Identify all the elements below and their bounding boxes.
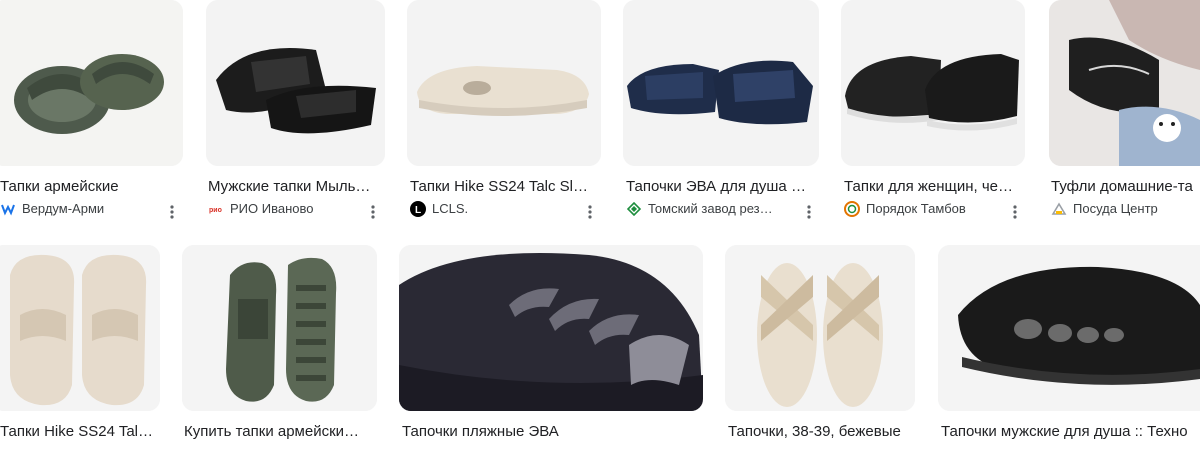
result-thumbnail[interactable] — [938, 245, 1200, 411]
tomsk-favicon-icon — [626, 201, 642, 217]
result-source[interactable]: Порядок Тамбов — [844, 201, 966, 217]
beige-cross-slippers-image — [725, 245, 915, 411]
source-name: Порядок Тамбов — [866, 201, 966, 216]
lcls-favicon-icon: L — [410, 201, 426, 217]
result-source[interactable]: рио РИО Иваново — [208, 201, 313, 217]
result-title[interactable]: Туфли домашние-та — [1051, 178, 1200, 196]
army-slippers-soles-image — [182, 245, 377, 411]
more-options-icon[interactable] — [580, 202, 600, 222]
result-title[interactable]: Тапочки пляжные ЭВА — [402, 423, 702, 441]
black-slippers-image — [206, 0, 385, 166]
result-thumbnail[interactable] — [206, 0, 385, 166]
beige-slide-image — [407, 0, 601, 166]
beige-slides-pair-image — [0, 245, 160, 411]
verdum-favicon-icon — [0, 201, 16, 217]
result-thumbnail[interactable] — [399, 245, 703, 411]
result-title[interactable]: Тапочки, 38-39, бежевые — [728, 423, 916, 441]
source-name: РИО Иваново — [230, 201, 314, 216]
result-thumbnail[interactable] — [841, 0, 1025, 166]
result-title[interactable]: Тапочки мужские для душа :: Техно — [941, 423, 1200, 441]
source-name: Посуда Центр — [1073, 201, 1158, 216]
result-title[interactable]: Тапки Hike SS24 Talc Sl… — [410, 178, 600, 196]
result-title[interactable]: Тапки для женщин, че… — [844, 178, 1024, 196]
result-source[interactable]: Вердум-Арми — [0, 201, 104, 217]
result-thumbnail[interactable] — [0, 245, 160, 411]
source-name: LCLS. — [432, 201, 469, 216]
black-women-slides-image — [841, 0, 1025, 166]
result-source[interactable]: Томский завод рез… — [626, 201, 773, 217]
result-thumbnail[interactable] — [407, 0, 601, 166]
result-thumbnail[interactable] — [182, 245, 377, 411]
more-options-icon[interactable] — [162, 202, 182, 222]
svg-text:L: L — [415, 205, 421, 216]
result-source[interactable]: L LCLS. — [410, 201, 468, 217]
navy-eva-slippers-image — [623, 0, 819, 166]
result-thumbnail[interactable] — [0, 0, 183, 166]
home-slippers-image — [1049, 0, 1200, 166]
result-thumbnail[interactable] — [725, 245, 915, 411]
beach-eva-slipper-image — [399, 245, 703, 411]
result-title[interactable]: Купить тапки армейски… — [184, 423, 376, 441]
source-name: Вердум-Арми — [22, 201, 105, 216]
result-source[interactable]: Посуда Центр — [1051, 201, 1158, 217]
result-title[interactable]: Тапки Hike SS24 Tal… — [0, 423, 160, 441]
result-title[interactable]: Тапочки ЭВА для душа … — [626, 178, 818, 196]
result-title[interactable]: Тапки армейские — [0, 178, 184, 196]
army-slippers-image — [0, 0, 183, 166]
result-thumbnail[interactable] — [623, 0, 819, 166]
rio-favicon-icon: рио — [208, 201, 224, 217]
more-options-icon[interactable] — [363, 202, 383, 222]
source-name: Томский завод рез… — [648, 201, 773, 216]
result-title[interactable]: Мужские тапки Мыль… — [208, 178, 383, 196]
svg-text:рио: рио — [209, 207, 222, 214]
more-options-icon[interactable] — [799, 202, 819, 222]
poryadok-favicon-icon — [844, 201, 860, 217]
more-options-icon[interactable] — [1005, 202, 1025, 222]
mens-shower-slipper-image — [938, 245, 1200, 411]
result-thumbnail[interactable] — [1049, 0, 1200, 166]
posuda-favicon-icon — [1051, 201, 1067, 217]
